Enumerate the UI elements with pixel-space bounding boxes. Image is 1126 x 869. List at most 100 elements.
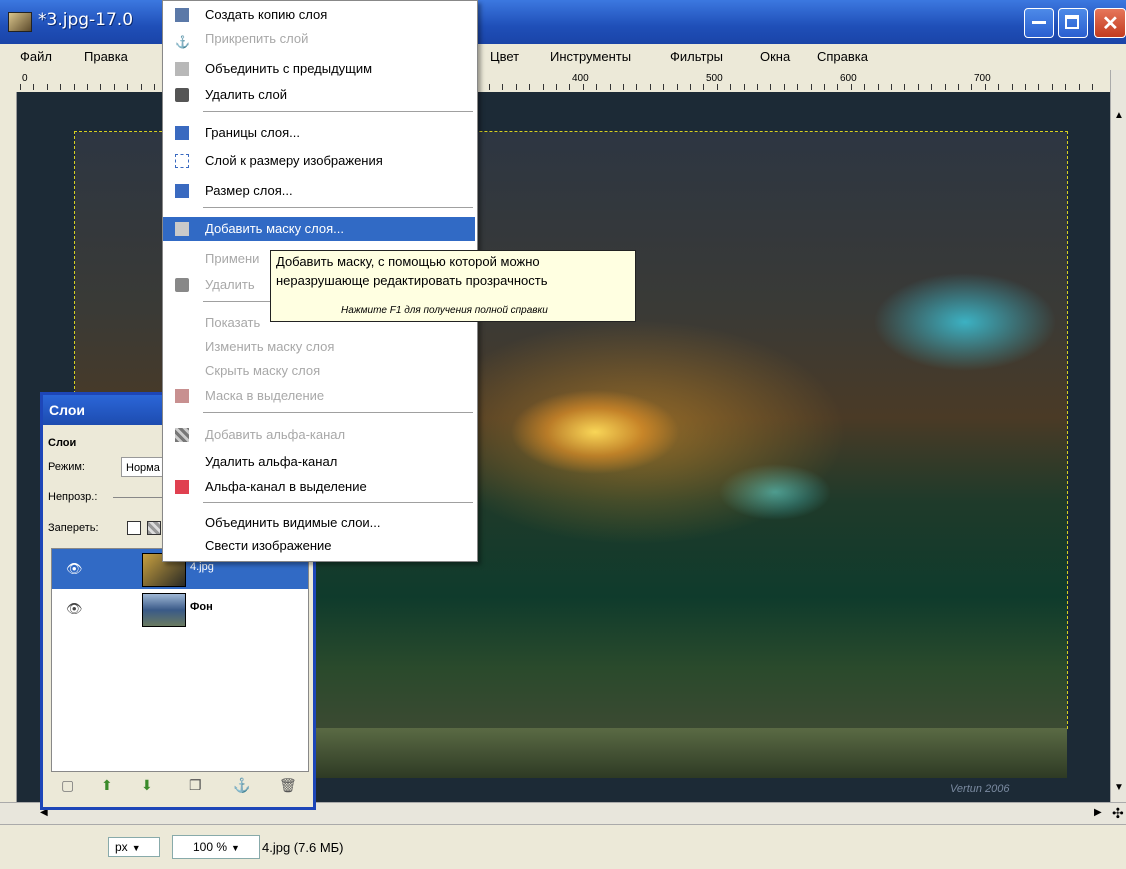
vertical-ruler[interactable] [0,92,17,802]
lock-label: Запереть: [48,522,99,534]
ruler-tick [971,84,973,90]
layers-list[interactable]: 👁 4.jpg 👁 Фон [51,548,309,772]
ruler-label: 700 [974,73,991,84]
ruler-tick [797,84,799,90]
raise-layer-icon[interactable]: ⬆ [101,777,113,794]
status-bar [0,824,1126,869]
ruler-tick [824,84,825,90]
tooltip-line-2: неразрушающе редактировать прозрачность [276,273,548,288]
ruler-tick [891,84,892,90]
opacity-label: Непрозр.: [48,491,98,503]
lock-pixels-checkbox[interactable] [127,521,141,535]
scroll-right-icon[interactable]: ▶ [1094,807,1102,818]
menu-item-alpha-to-selection[interactable]: Альфа-канал в выделение [163,475,475,499]
ruler-label: 500 [706,73,723,84]
trash-icon [175,88,189,102]
ruler-tick [716,84,718,90]
mask-to-selection-icon [175,389,189,403]
menu-item-edit-mask[interactable]: Изменить маску слоя [163,335,475,359]
ruler-tick [998,84,1000,90]
layer-name[interactable]: 4.jpg [190,561,214,573]
close-button[interactable]: ✕ [1094,8,1126,38]
visibility-eye-icon[interactable]: 👁 [66,601,86,616]
duplicate-layer-icon [175,8,189,22]
ruler-tick [743,84,745,90]
unit-select[interactable]: px ▼ [108,837,160,857]
zoom-value: 100 % [193,840,228,854]
menu-separator [203,412,473,413]
ruler-tick [60,84,62,90]
menu-item-duplicate-layer[interactable]: Создать копию слоя [163,3,475,27]
menu-help[interactable]: Справка [817,49,868,64]
menu-item-scale-layer[interactable]: Размер слоя... [163,179,475,203]
menu-tools[interactable]: Инструменты [550,49,631,64]
menu-file[interactable]: Файл [20,49,52,64]
layer-boundary-icon [175,126,189,140]
menu-filters[interactable]: Фильтры [670,49,723,64]
menu-item-merge-visible[interactable]: Объединить видимые слои... [163,511,475,535]
duplicate-layer-icon[interactable]: ❐ [189,777,202,794]
menu-color[interactable]: Цвет [490,49,519,64]
menu-item-layer-boundary[interactable]: Границы слоя... [163,121,475,145]
tooltip: Добавить маску, с помощью которой можно … [270,250,636,322]
status-text: 4.jpg (7.6 МБ) [262,840,344,855]
ruler-tick [864,84,866,90]
window-title: *3.jpg-17.0 [38,10,134,30]
minimize-button[interactable] [1024,8,1054,38]
merge-down-icon [175,62,189,76]
alpha-to-selection-icon [175,480,189,494]
add-mask-icon [175,222,189,236]
visibility-eye-icon[interactable]: 👁 [66,561,86,576]
new-layer-icon[interactable]: ▢ [61,777,74,794]
scroll-up-icon[interactable]: ▲ [1114,110,1124,121]
ruler-tick [529,84,531,90]
ruler-tick [20,84,21,90]
ruler-tick [663,84,665,90]
menu-item-layer-to-image-size[interactable]: Слой к размеру изображения [163,149,475,173]
navigate-icon[interactable]: ✣ [1112,805,1124,822]
ruler-tick [33,84,35,90]
menu-item-anchor-layer[interactable]: ⚓ Прикрепить слой [163,27,475,51]
menu-item-delete-layer[interactable]: Удалить слой [163,83,475,107]
ruler-tick [556,84,557,90]
maximize-button[interactable] [1058,8,1088,38]
menu-item-flatten-image[interactable]: Свести изображение [163,534,475,558]
menu-item-merge-down[interactable]: Объединить с предыдущим [163,57,475,81]
alpha-icon [175,428,189,442]
ruler-tick [1038,84,1040,90]
ruler-tick [984,84,986,90]
menu-item-add-alpha[interactable]: Добавить альфа-канал [163,423,475,447]
menu-edit[interactable]: Правка [84,49,128,64]
layer-thumbnail [142,593,186,627]
ruler-tick [958,84,959,90]
menu-separator [203,207,473,208]
ruler-tick [1092,84,1093,90]
ruler-tick [140,84,142,90]
lock-alpha-icon[interactable] [147,521,161,535]
menu-item-disable-mask[interactable]: Скрыть маску слоя [163,359,475,383]
vertical-scrollbar[interactable]: ▲ ▼ [1110,70,1126,802]
menu-item-remove-alpha[interactable]: Удалить альфа-канал [163,450,475,474]
ruler-tick [596,84,598,90]
menu-item-add-layer-mask[interactable]: Добавить маску слоя... [163,217,475,241]
ruler-tick [810,84,812,90]
layer-name[interactable]: Фон [190,601,213,613]
trash-icon[interactable]: 🗑 [279,777,297,794]
ruler-tick [154,84,155,90]
image-watermark: Vertun 2006 [950,783,1010,795]
zoom-select[interactable]: 100 % ▼ [172,835,260,859]
ruler-label: 600 [840,73,857,84]
layer-row[interactable]: 👁 Фон [52,589,308,629]
ruler-tick [113,84,115,90]
anchor-icon[interactable]: ⚓ [233,777,250,794]
menu-item-mask-to-selection[interactable]: Маска в выделение [163,384,475,408]
ruler-tick [542,84,544,90]
ruler-tick [944,84,946,90]
unit-value: px [115,840,128,854]
scroll-down-icon[interactable]: ▼ [1114,782,1124,793]
menu-windows[interactable]: Окна [760,49,790,64]
menu-separator [203,111,473,112]
lower-layer-icon[interactable]: ⬇ [141,777,153,794]
tooltip-line-1: Добавить маску, с помощью которой можно [276,254,540,269]
ruler-tick [100,84,102,90]
